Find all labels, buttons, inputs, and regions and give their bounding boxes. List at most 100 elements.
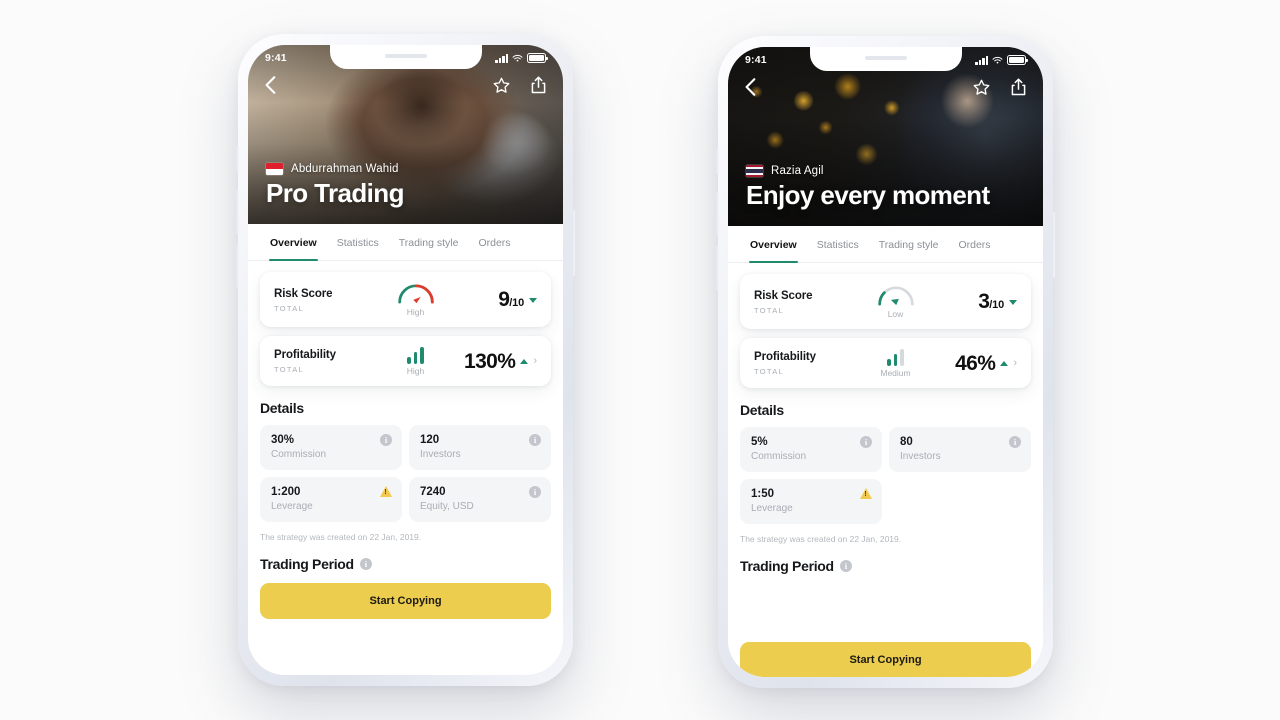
hero-toolbar xyxy=(248,76,563,94)
volume-down-button[interactable] xyxy=(236,244,239,288)
detail-label: Equity, USD xyxy=(420,501,474,512)
overview-content: Risk Score TOTAL High 9/10 Profitability… xyxy=(248,261,563,641)
warning-icon[interactable] xyxy=(380,486,392,497)
trading-period-heading-row: Trading Period i xyxy=(260,556,551,572)
trader-identity: Razia Agil xyxy=(746,164,990,177)
detail-card-commission[interactable]: 5% Commission i xyxy=(740,427,882,472)
risk-score-number: 9 xyxy=(498,288,510,311)
profitability-card[interactable]: Profitability TOTAL High 130% › xyxy=(260,336,551,386)
volume-up-button[interactable] xyxy=(236,190,239,234)
tab-orders[interactable]: Orders xyxy=(468,224,520,260)
profitability-value: 46% xyxy=(955,351,996,375)
risk-score-title: Risk Score xyxy=(274,287,333,300)
details-heading: Details xyxy=(260,400,304,416)
detail-value: 30% xyxy=(271,434,295,446)
profitability-subtitle: TOTAL xyxy=(274,365,304,374)
risk-gauge-label: Low xyxy=(887,309,904,319)
star-icon[interactable] xyxy=(973,78,990,96)
detail-label: Commission xyxy=(271,449,327,460)
battery-icon xyxy=(527,53,548,63)
wifi-icon xyxy=(512,54,523,62)
risk-score-subtitle: TOTAL xyxy=(754,305,784,315)
info-icon[interactable]: i xyxy=(529,434,541,446)
trading-period-heading: Trading Period xyxy=(740,558,834,574)
tab-statistics[interactable]: Statistics xyxy=(327,224,389,260)
tab-bar: Overview Statistics Trading style Orders xyxy=(728,226,1043,263)
risk-score-value: 9/10 xyxy=(498,288,524,312)
risk-score-subtitle: TOTAL xyxy=(274,303,304,313)
power-button[interactable] xyxy=(1052,212,1055,278)
profitability-subtitle: TOTAL xyxy=(754,367,784,376)
info-icon[interactable]: i xyxy=(380,434,392,446)
info-icon[interactable]: i xyxy=(359,558,372,570)
back-chevron-icon[interactable] xyxy=(745,78,756,96)
trend-down-icon xyxy=(529,297,537,303)
risk-score-card[interactable]: Risk Score TOTAL Low 3/10 xyxy=(740,274,1031,329)
tab-overview[interactable]: Overview xyxy=(260,224,327,261)
strategy-created-note: The strategy was created on 22 Jan, 2019… xyxy=(740,534,902,544)
status-time: 9:41 xyxy=(745,54,767,66)
trader-name: Abdurrahman Wahid xyxy=(291,162,399,175)
silent-switch[interactable] xyxy=(236,146,239,172)
share-icon[interactable] xyxy=(1011,78,1026,96)
detail-value: 5% xyxy=(751,436,768,448)
risk-gauge-high-icon xyxy=(397,284,434,304)
tab-orders[interactable]: Orders xyxy=(948,226,1000,262)
cellular-bars-icon xyxy=(975,55,988,65)
tab-statistics[interactable]: Statistics xyxy=(807,226,869,262)
tab-trading-style[interactable]: Trading style xyxy=(389,224,469,260)
profitability-bars-icon xyxy=(407,347,424,364)
detail-value: 7240 xyxy=(420,486,446,498)
info-icon[interactable]: i xyxy=(1009,436,1021,448)
trend-down-icon xyxy=(1009,299,1017,305)
app-screen-right: 9:41 Razia Agil Enjoy every moment Overv… xyxy=(728,47,1043,677)
info-icon[interactable]: i xyxy=(860,436,872,448)
tab-bar: Overview Statistics Trading style Orders xyxy=(248,224,563,261)
trader-name: Razia Agil xyxy=(771,164,824,177)
thailand-flag-icon xyxy=(746,164,763,177)
status-bar: 9:41 xyxy=(728,47,1043,73)
info-icon[interactable]: i xyxy=(839,560,852,572)
profitability-title: Profitability xyxy=(274,349,336,361)
wifi-icon xyxy=(992,56,1003,64)
risk-score-card[interactable]: Risk Score TOTAL High 9/10 xyxy=(260,272,551,327)
detail-card-investors[interactable]: 80 Investors i xyxy=(889,427,1031,472)
back-chevron-icon[interactable] xyxy=(265,76,276,94)
profitability-title: Profitability xyxy=(754,351,816,363)
tab-overview[interactable]: Overview xyxy=(740,226,807,263)
status-bar: 9:41 xyxy=(248,45,563,71)
silent-switch[interactable] xyxy=(716,148,719,174)
star-icon[interactable] xyxy=(493,76,510,94)
hero-banner: 9:41 xyxy=(728,47,1043,226)
risk-score-value: 3/10 xyxy=(978,290,1004,314)
chevron-right-icon[interactable]: › xyxy=(533,356,537,367)
tab-trading-style[interactable]: Trading style xyxy=(869,226,949,262)
profitability-card[interactable]: Profitability TOTAL Medium 46% › xyxy=(740,338,1031,388)
detail-card-equity[interactable]: 7240 Equity, USD i xyxy=(409,477,551,522)
app-screen-left: 9:41 Abdurrahman Wahid Pro Trading Overv… xyxy=(248,45,563,675)
detail-label: Investors xyxy=(900,451,941,462)
risk-gauge-label: High xyxy=(406,307,425,317)
start-copying-button[interactable]: Start Copying xyxy=(260,583,551,619)
battery-icon xyxy=(1007,55,1028,65)
volume-down-button[interactable] xyxy=(716,246,719,290)
info-icon[interactable]: i xyxy=(529,486,541,498)
start-copying-button[interactable]: Start Copying xyxy=(740,642,1031,677)
detail-card-commission[interactable]: 30% Commission i xyxy=(260,425,402,470)
details-heading: Details xyxy=(740,402,784,418)
chevron-right-icon[interactable]: › xyxy=(1013,358,1017,369)
cellular-bars-icon xyxy=(495,53,508,63)
details-grid: 30% Commission i 120 Investors i 1:200 L… xyxy=(260,425,551,522)
detail-card-leverage[interactable]: 1:200 Leverage xyxy=(260,477,402,522)
warning-icon[interactable] xyxy=(860,488,872,499)
detail-label: Leverage xyxy=(751,503,793,514)
hero-banner: 9:41 xyxy=(248,45,563,224)
detail-card-leverage[interactable]: 1:50 Leverage xyxy=(740,479,882,524)
detail-card-investors[interactable]: 120 Investors i xyxy=(409,425,551,470)
trend-up-icon xyxy=(1000,361,1009,366)
volume-up-button[interactable] xyxy=(716,192,719,236)
share-icon[interactable] xyxy=(531,76,546,94)
details-grid: 5% Commission i 80 Investors i 1:50 Leve… xyxy=(740,427,1031,524)
profitability-level-label: Medium xyxy=(880,368,911,378)
power-button[interactable] xyxy=(572,210,575,276)
